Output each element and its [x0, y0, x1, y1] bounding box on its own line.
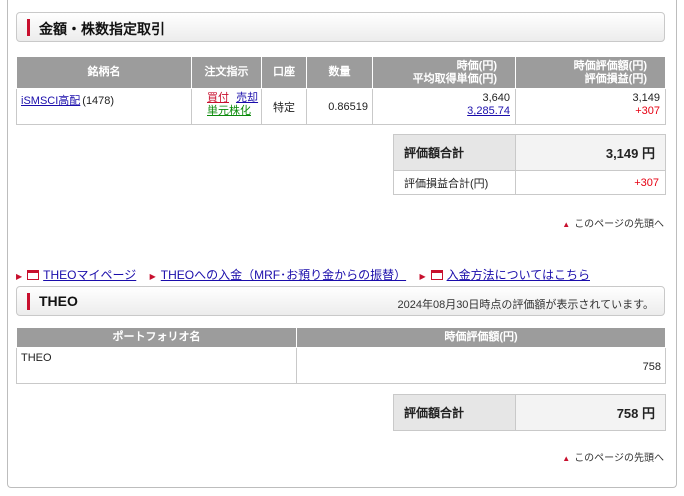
- deposit-methods-link[interactable]: 入金方法についてはこちら: [447, 268, 590, 282]
- cell-name: iSMSCI高配 (1478): [16, 88, 192, 125]
- triangle-up-icon: ▲: [562, 220, 571, 229]
- col-header-value-line1: 時価評価額(円): [573, 59, 647, 72]
- page-top-label: このページの先頭へ: [574, 453, 664, 464]
- stock-code: (1478): [82, 95, 115, 107]
- sell-link[interactable]: 売却: [236, 92, 258, 104]
- market-price: 3,640: [482, 92, 510, 104]
- triangle-right-icon: ▶: [149, 272, 156, 281]
- col-header-price-line2: 平均取得単価(円): [412, 72, 497, 85]
- section-title: THEO: [39, 293, 78, 309]
- col-header-account: 口座: [261, 56, 307, 89]
- total-value: 3,149 円: [515, 134, 666, 171]
- triangle-up-icon: ▲: [562, 454, 571, 463]
- link-item-deposit-methods[interactable]: ▶ 入金方法についてはこちら: [419, 268, 590, 282]
- stock-name-link[interactable]: iSMSCI高配: [21, 95, 80, 107]
- link-item-theo-deposit[interactable]: ▶ THEOへの入金（MRF･お預り金からの振替）: [150, 268, 410, 282]
- summary-table-theo: 評価額合計 758 円: [393, 394, 666, 431]
- cell-quantity: 0.86519: [306, 88, 373, 125]
- holdings-table: 銘柄名 注文指示 口座 数量 時価(円) 平均取得単価(円) 時価評価額(円) …: [16, 56, 666, 125]
- theo-deposit-link[interactable]: THEOへの入金（MRF･お預り金からの振替）: [161, 268, 406, 282]
- section-title: 金額・株数指定取引: [39, 21, 165, 37]
- portfolio-table: ポートフォリオ名 時価評価額(円) THEO 758: [16, 327, 666, 384]
- page-top-link[interactable]: ▲ このページの先頭へ: [562, 215, 664, 230]
- page-top-link[interactable]: ▲ このページの先頭へ: [562, 449, 664, 464]
- col-header-price: 時価(円) 平均取得単価(円): [372, 56, 516, 89]
- cell-price: 3,640 3,285.74: [372, 88, 516, 125]
- link-item-theo-mypage[interactable]: ▶ THEOマイページ: [16, 268, 140, 282]
- gain-total-label: 評価損益合計(円): [393, 170, 516, 195]
- gain-total-value: +307: [515, 170, 666, 195]
- new-window-icon: [27, 270, 40, 280]
- section-accent-bar: [27, 293, 30, 310]
- theo-mypage-link[interactable]: THEOマイページ: [43, 268, 136, 282]
- total-label: 評価額合計: [393, 134, 516, 171]
- section-header-theo: THEO 2024年08月30日時点の評価額が表示されています。: [16, 286, 665, 316]
- section-header-amount-trading: 金額・株数指定取引: [16, 12, 665, 42]
- theo-links-row: ▶ THEOマイページ ▶ THEOへの入金（MRF･お預り金からの振替） ▶ 入金方…: [16, 266, 600, 283]
- col-header-order: 注文指示: [191, 56, 262, 89]
- col-header-portfolio-value: 時価評価額(円): [296, 327, 666, 348]
- buy-link[interactable]: 買付: [207, 92, 229, 104]
- section-accent-bar: [27, 19, 30, 36]
- col-header-price-line1: 時価(円): [456, 59, 497, 72]
- valuation-date-note: 2024年08月30日時点の評価額が表示されています。: [397, 299, 654, 311]
- convert-to-unit-link[interactable]: 単元株化: [207, 105, 251, 117]
- summary-table-amount: 評価額合計 3,149 円 評価損益合計(円) +307: [393, 134, 666, 195]
- market-value: 3,149: [632, 92, 660, 104]
- avg-price-link[interactable]: 3,285.74: [467, 105, 510, 117]
- new-window-icon: [430, 270, 443, 280]
- cell-portfolio-value: 758: [296, 347, 666, 384]
- cell-value: 3,149 +307: [515, 88, 666, 125]
- page-top-label: このページの先頭へ: [574, 219, 664, 230]
- triangle-right-icon: ▶: [419, 272, 426, 281]
- col-header-value: 時価評価額(円) 評価損益(円): [515, 56, 666, 89]
- col-header-portfolio-name: ポートフォリオ名: [16, 327, 297, 348]
- cell-account: 特定: [261, 88, 307, 125]
- cell-order: 買付 売却 単元株化: [191, 88, 262, 125]
- col-header-name: 銘柄名: [16, 56, 192, 89]
- triangle-right-icon: ▶: [16, 272, 23, 281]
- total-value: 758 円: [515, 394, 666, 431]
- cell-portfolio-name: THEO: [16, 347, 297, 384]
- col-header-quantity: 数量: [306, 56, 373, 89]
- gain-value: +307: [635, 105, 660, 117]
- col-header-value-line2: 評価損益(円): [584, 72, 647, 85]
- table-row: iSMSCI高配 (1478) 買付 売却 単元株化 特定 0.86519 3,6…: [16, 88, 666, 125]
- table-row: THEO 758: [16, 347, 666, 384]
- total-label: 評価額合計: [393, 394, 516, 431]
